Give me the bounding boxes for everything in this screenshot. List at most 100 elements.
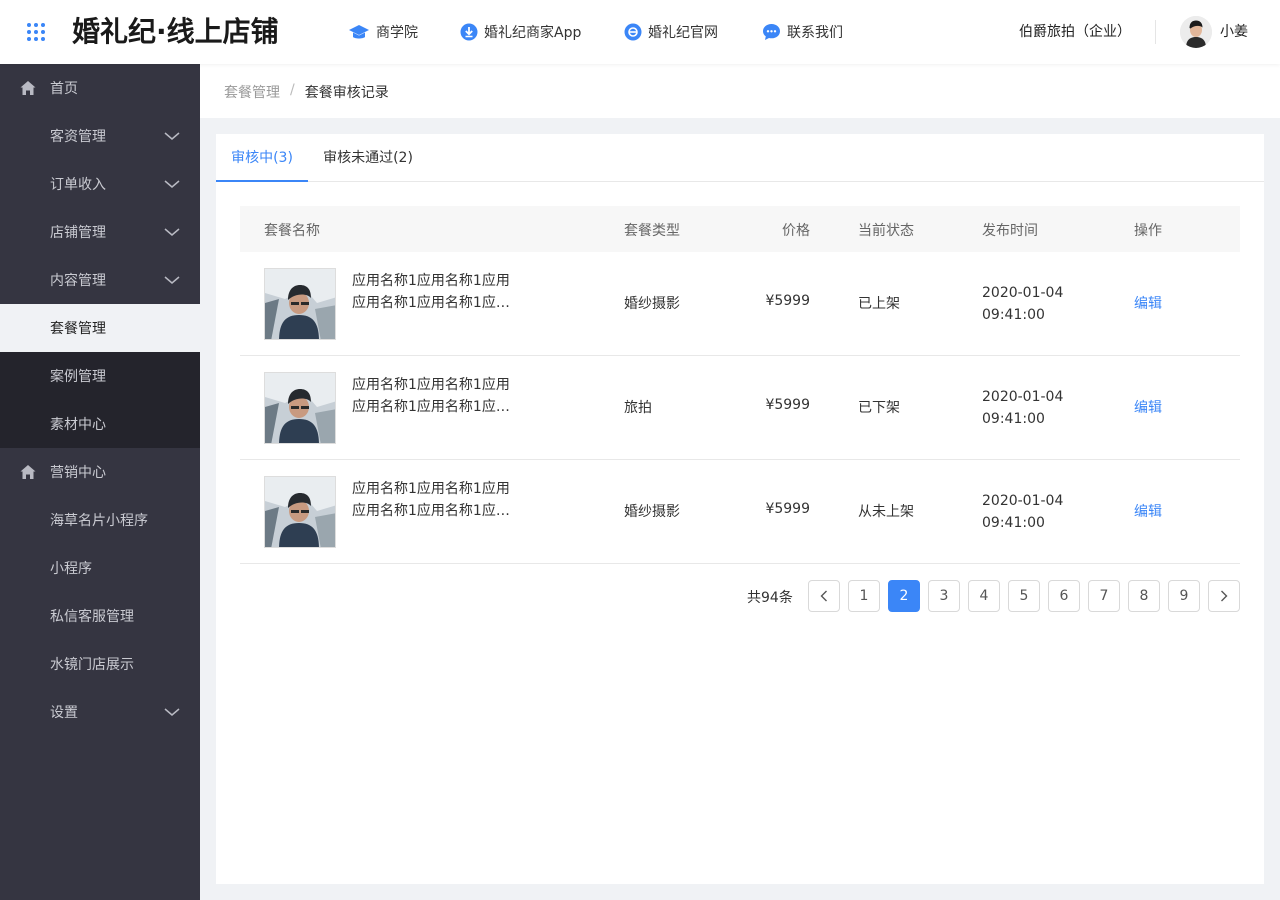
sidebar-item-label: 水镜门店展示 bbox=[50, 657, 134, 673]
apps-grid-icon[interactable] bbox=[27, 23, 45, 41]
breadcrumb-bar: 套餐管理 / 套餐审核记录 bbox=[200, 64, 1280, 118]
tab-bar: 审核中(3) 审核未通过(2) bbox=[216, 134, 1264, 182]
top-header: 婚礼纪·线上店铺 商学院 婚礼纪商家App 婚礼纪官网 联系我们 伯爵旅拍（企业… bbox=[0, 0, 1280, 64]
sidebar-item-label: 海草名片小程序 bbox=[50, 513, 148, 529]
sidebar-item-customer-resources[interactable]: 客资管理 bbox=[0, 112, 200, 160]
package-status: 从未上架 bbox=[858, 504, 914, 520]
avatar[interactable] bbox=[1180, 16, 1212, 48]
package-thumbnail[interactable] bbox=[264, 372, 336, 444]
table-row: 应用名称1应用名称1应用 应用名称1应用名称1应… 婚纱摄影 ¥5999 已上架… bbox=[240, 252, 1240, 356]
nav-business-school[interactable]: 商学院 bbox=[348, 20, 418, 44]
publish-clock: 09:41:00 bbox=[982, 411, 1045, 427]
publish-date: 2020-01-04 bbox=[982, 285, 1064, 301]
column-header-name: 套餐名称 bbox=[264, 223, 320, 239]
package-price: ¥5999 bbox=[765, 397, 810, 413]
prev-page-button[interactable] bbox=[808, 580, 840, 612]
page-button-9[interactable]: 9 bbox=[1168, 580, 1200, 612]
package-thumbnail[interactable] bbox=[264, 476, 336, 548]
sidebar-item-home[interactable]: 首页 bbox=[0, 64, 200, 112]
publish-time: 2020-01-04 09:41:00 bbox=[982, 386, 1063, 430]
page-button-5[interactable]: 5 bbox=[1008, 580, 1040, 612]
sidebar-item-marketing-center[interactable]: 营销中心 bbox=[0, 448, 200, 496]
sidebar-item-miniprogram[interactable]: 小程序 bbox=[0, 544, 200, 592]
package-name: 应用名称1应用名称1应用 应用名称1应用名称1应… bbox=[352, 478, 512, 522]
edit-link[interactable]: 编辑 bbox=[1134, 397, 1162, 417]
page-button-3[interactable]: 3 bbox=[928, 580, 960, 612]
package-table: 套餐名称 套餐类型 价格 当前状态 发布时间 操作 应用名称1应用名称1应用 应… bbox=[240, 206, 1240, 564]
column-header-type: 套餐类型 bbox=[624, 223, 680, 239]
nav-label: 联系我们 bbox=[787, 25, 843, 41]
chevron-right-icon bbox=[1221, 590, 1228, 602]
page-button-1[interactable]: 1 bbox=[848, 580, 880, 612]
chevron-down-icon bbox=[164, 276, 180, 284]
chevron-down-icon bbox=[164, 180, 180, 188]
nav-label: 婚礼纪官网 bbox=[648, 25, 718, 41]
header-divider bbox=[1155, 20, 1156, 44]
edit-link[interactable]: 编辑 bbox=[1134, 501, 1162, 521]
nav-merchant-app[interactable]: 婚礼纪商家App bbox=[460, 20, 581, 44]
breadcrumb: 套餐管理 / 套餐审核记录 bbox=[224, 82, 389, 102]
page-button-8[interactable]: 8 bbox=[1128, 580, 1160, 612]
column-header-action: 操作 bbox=[1134, 223, 1162, 239]
package-type: 婚纱摄影 bbox=[624, 296, 680, 312]
package-type: 婚纱摄影 bbox=[624, 504, 680, 520]
sidebar-item-material-center[interactable]: 素材中心 bbox=[0, 400, 200, 448]
total-count: 共94条 bbox=[747, 590, 793, 606]
sidebar-item-label: 内容管理 bbox=[50, 273, 106, 289]
table-header: 套餐名称 套餐类型 价格 当前状态 发布时间 操作 bbox=[240, 206, 1240, 252]
chevron-down-icon bbox=[164, 228, 180, 236]
tab-under-review[interactable]: 审核中(3) bbox=[216, 134, 308, 182]
package-price: ¥5999 bbox=[765, 293, 810, 309]
sidebar-item-case-management[interactable]: 案例管理 bbox=[0, 352, 200, 400]
sidebar-item-business-card-miniprogram[interactable]: 海草名片小程序 bbox=[0, 496, 200, 544]
sidebar-item-package-management[interactable]: 套餐管理 bbox=[0, 304, 200, 352]
package-name: 应用名称1应用名称1应用 应用名称1应用名称1应… bbox=[352, 270, 512, 314]
breadcrumb-current: 套餐审核记录 bbox=[304, 85, 389, 101]
breadcrumb-parent-link[interactable]: 套餐管理 bbox=[224, 82, 280, 102]
breadcrumb-separator: / bbox=[290, 82, 295, 98]
sidebar-item-label: 店铺管理 bbox=[50, 225, 106, 241]
sidebar-item-label: 套餐管理 bbox=[50, 321, 106, 337]
sidebar-item-store-showcase[interactable]: 水镜门店展示 bbox=[0, 640, 200, 688]
page-button-4[interactable]: 4 bbox=[968, 580, 1000, 612]
sidebar-item-label: 设置 bbox=[50, 705, 78, 721]
logo[interactable]: 婚礼纪·线上店铺 bbox=[72, 12, 279, 52]
company-name[interactable]: 伯爵旅拍（企业） bbox=[1019, 21, 1131, 41]
sidebar-item-label: 营销中心 bbox=[50, 465, 106, 481]
sidebar-item-store-management[interactable]: 店铺管理 bbox=[0, 208, 200, 256]
sidebar-item-content-management[interactable]: 内容管理 bbox=[0, 256, 200, 304]
chevron-down-icon bbox=[164, 708, 180, 716]
publish-date: 2020-01-04 bbox=[982, 389, 1064, 405]
graduation-cap-icon bbox=[349, 25, 369, 39]
sidebar-item-settings[interactable]: 设置 bbox=[0, 688, 200, 736]
sidebar-item-label: 小程序 bbox=[50, 561, 92, 577]
publish-clock: 09:41:00 bbox=[982, 307, 1045, 323]
nav-label: 婚礼纪商家App bbox=[484, 25, 582, 41]
publish-time: 2020-01-04 09:41:00 bbox=[982, 282, 1063, 326]
package-price: ¥5999 bbox=[765, 501, 810, 517]
sidebar-item-label: 素材中心 bbox=[50, 417, 106, 433]
sidebar-item-label: 首页 bbox=[50, 81, 78, 97]
column-header-time: 发布时间 bbox=[982, 223, 1038, 239]
download-icon bbox=[460, 23, 478, 41]
page-button-7[interactable]: 7 bbox=[1088, 580, 1120, 612]
page-button-2[interactable]: 2 bbox=[888, 580, 920, 612]
package-name-line: 应用名称1应用名称1应… bbox=[352, 295, 510, 311]
package-name: 应用名称1应用名称1应用 应用名称1应用名称1应… bbox=[352, 374, 512, 418]
nav-contact-us[interactable]: 联系我们 bbox=[762, 20, 843, 44]
next-page-button[interactable] bbox=[1208, 580, 1240, 612]
package-name-line: 应用名称1应用名称1应用 bbox=[352, 377, 510, 393]
home-icon bbox=[20, 465, 36, 479]
tab-review-rejected[interactable]: 审核未通过(2) bbox=[308, 134, 428, 182]
package-name-line: 应用名称1应用名称1应… bbox=[352, 503, 510, 519]
sidebar-item-order-income[interactable]: 订单收入 bbox=[0, 160, 200, 208]
page-button-6[interactable]: 6 bbox=[1048, 580, 1080, 612]
nav-official-site[interactable]: 婚礼纪官网 bbox=[624, 20, 718, 44]
username[interactable]: 小姜 bbox=[1220, 21, 1248, 41]
package-thumbnail[interactable] bbox=[264, 268, 336, 340]
edit-link[interactable]: 编辑 bbox=[1134, 293, 1162, 313]
package-status: 已下架 bbox=[858, 400, 900, 416]
sidebar-item-label: 客资管理 bbox=[50, 129, 106, 145]
column-header-price: 价格 bbox=[782, 223, 810, 239]
sidebar-item-private-message-service[interactable]: 私信客服管理 bbox=[0, 592, 200, 640]
